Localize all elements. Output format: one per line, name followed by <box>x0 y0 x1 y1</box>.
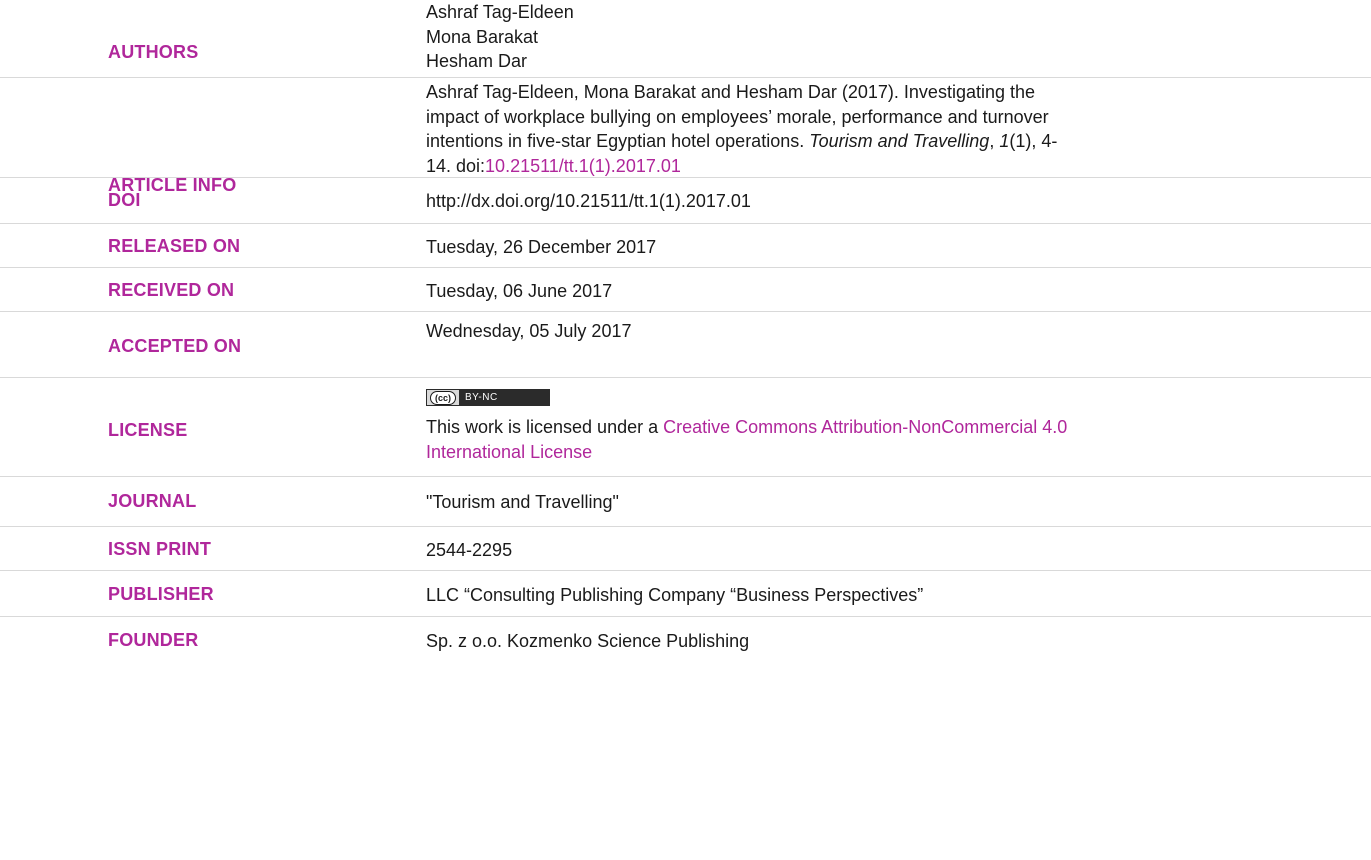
citation-journal: Tourism and Travelling <box>809 131 990 151</box>
citation-issue-pages: (1), 4- <box>1009 131 1058 151</box>
received-on-value: Tuesday, 06 June 2017 <box>426 281 613 301</box>
founder-value: Sp. z o.o. Kozmenko Science Publishing <box>426 631 750 651</box>
author-name: Ashraf Tag-Eldeen <box>426 2 574 22</box>
citation: Ashraf Tag-Eldeen, Mona Barakat and Hesh… <box>426 80 1370 178</box>
released-on-label: RELEASED ON <box>108 236 241 256</box>
citation-text: intentions in five-star Egyptian hotel o… <box>426 131 810 151</box>
publisher-value: LLC “Consulting Publishing Company “Busi… <box>426 585 924 605</box>
citation-line-4: 14. doi:10.21511/tt.1(1).2017.01 <box>426 154 1370 179</box>
license-value: (cc) BY-NC This work is licensed under a… <box>426 389 1370 464</box>
cc-license-badge[interactable]: (cc) BY-NC <box>426 389 550 406</box>
citation-volume: 1 <box>999 131 1010 151</box>
accepted-on-value: Wednesday, 05 July 2017 <box>426 321 632 341</box>
row-license: LICENSE (cc) BY-NC This work is licensed… <box>0 378 1371 477</box>
issn-print-label: ISSN PRINT <box>108 539 212 559</box>
row-issn-print: ISSN PRINT 2544-2295 <box>0 527 1371 571</box>
founder-label: FOUNDER <box>108 630 199 650</box>
cc-badge-text: BY-NC <box>465 392 498 403</box>
citation-line-1: Ashraf Tag-Eldeen, Mona Barakat and Hesh… <box>426 82 1036 102</box>
author-name: Hesham Dar <box>426 51 528 71</box>
accepted-on-label: ACCEPTED ON <box>108 336 242 356</box>
row-journal: JOURNAL "Tourism and Travelling" <box>0 477 1371 527</box>
journal-value: "Tourism and Travelling" <box>426 492 619 512</box>
row-released-on: RELEASED ON Tuesday, 26 December 2017 <box>0 224 1371 268</box>
authors-label: AUTHORS <box>108 42 199 62</box>
author-name: Mona Barakat <box>426 26 539 47</box>
cc-badge-left: (cc) <box>427 390 460 405</box>
row-article-info: ARTICLE INFO Ashraf Tag-Eldeen, Mona Bar… <box>0 78 1371 195</box>
doi-value: http://dx.doi.org/10.21511/tt.1(1).2017.… <box>426 191 751 211</box>
row-founder: FOUNDER Sp. z o.o. Kozmenko Science Publ… <box>0 617 1371 663</box>
license-label: LICENSE <box>108 420 188 440</box>
citation-line-2: impact of workplace bullying on employee… <box>426 106 1049 127</box>
citation-pages-end: 14. doi: <box>426 155 486 176</box>
authors-list: Ashraf Tag-Eldeen Mona Barakat Hesham Da… <box>426 0 1370 74</box>
license-badge-wrap: (cc) BY-NC <box>426 389 1370 415</box>
citation-separator: , <box>989 131 1000 151</box>
released-on-value: Tuesday, 26 December 2017 <box>426 237 657 257</box>
doi-link[interactable]: 10.21511/tt.1(1).2017.01 <box>485 156 681 176</box>
row-accepted-on: ACCEPTED ON Wednesday, 05 July 2017 <box>0 312 1371 378</box>
row-received-on: RECEIVED ON Tuesday, 06 June 2017 <box>0 268 1371 312</box>
license-text: This work is licensed under a <box>426 417 664 437</box>
license-link[interactable]: Creative Commons Attribution-NonCommerci… <box>663 417 1067 437</box>
journal-label: JOURNAL <box>108 491 197 511</box>
row-doi: DOI http://dx.doi.org/10.21511/tt.1(1).2… <box>0 178 1371 224</box>
license-line-1: This work is licensed under a Creative C… <box>426 415 1370 440</box>
citation-line-3: intentions in five-star Egyptian hotel o… <box>426 129 1370 154</box>
cc-icon: (cc) <box>430 391 456 405</box>
row-authors: AUTHORS Ashraf Tag-Eldeen Mona Barakat H… <box>0 0 1371 78</box>
license-link-cont[interactable]: International License <box>426 440 1370 465</box>
doi-label: DOI <box>108 190 141 210</box>
issn-print-value: 2544-2295 <box>426 540 513 560</box>
row-publisher: PUBLISHER LLC “Consulting Publishing Com… <box>0 571 1371 617</box>
publisher-label: PUBLISHER <box>108 584 214 604</box>
received-on-label: RECEIVED ON <box>108 280 235 300</box>
